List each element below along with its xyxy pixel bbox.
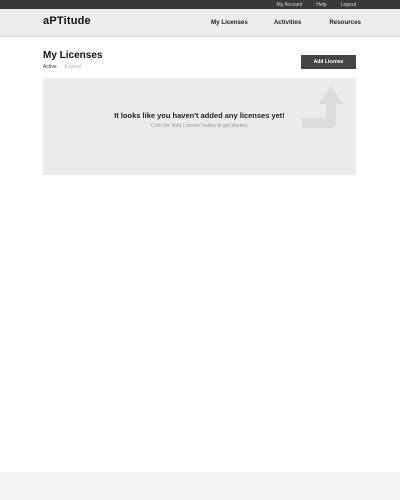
logout-link[interactable]: Logout — [341, 2, 356, 8]
top-utility-bar: My Account Help Logout — [0, 0, 400, 9]
main-navbar: aPTitude My Licenses Activities Resource… — [0, 9, 400, 37]
empty-state-heading: It looks like you haven't added any lice… — [114, 111, 285, 120]
my-account-link[interactable]: My Account — [277, 2, 303, 8]
utility-links: My Account Help Logout — [277, 0, 356, 9]
footer — [0, 472, 400, 500]
empty-state-panel: It looks like you haven't added any lice… — [43, 78, 356, 175]
main-nav: My Licenses Activities Resources — [211, 9, 361, 36]
empty-state-subtext: Click the 'Add License' button to get st… — [150, 123, 249, 129]
help-link[interactable]: Help — [316, 2, 326, 8]
page-title: My Licenses — [43, 50, 103, 61]
nav-my-licenses[interactable]: My Licenses — [211, 19, 248, 26]
tab-active[interactable]: Active — [43, 64, 57, 70]
nav-resources[interactable]: Resources — [329, 19, 361, 26]
add-license-button[interactable]: Add License — [301, 55, 356, 69]
license-status-tabs: Active Expired — [43, 64, 82, 70]
nav-activities[interactable]: Activities — [274, 19, 302, 26]
logo[interactable]: aPTitude — [43, 15, 91, 27]
tab-expired[interactable]: Expired — [65, 64, 82, 70]
